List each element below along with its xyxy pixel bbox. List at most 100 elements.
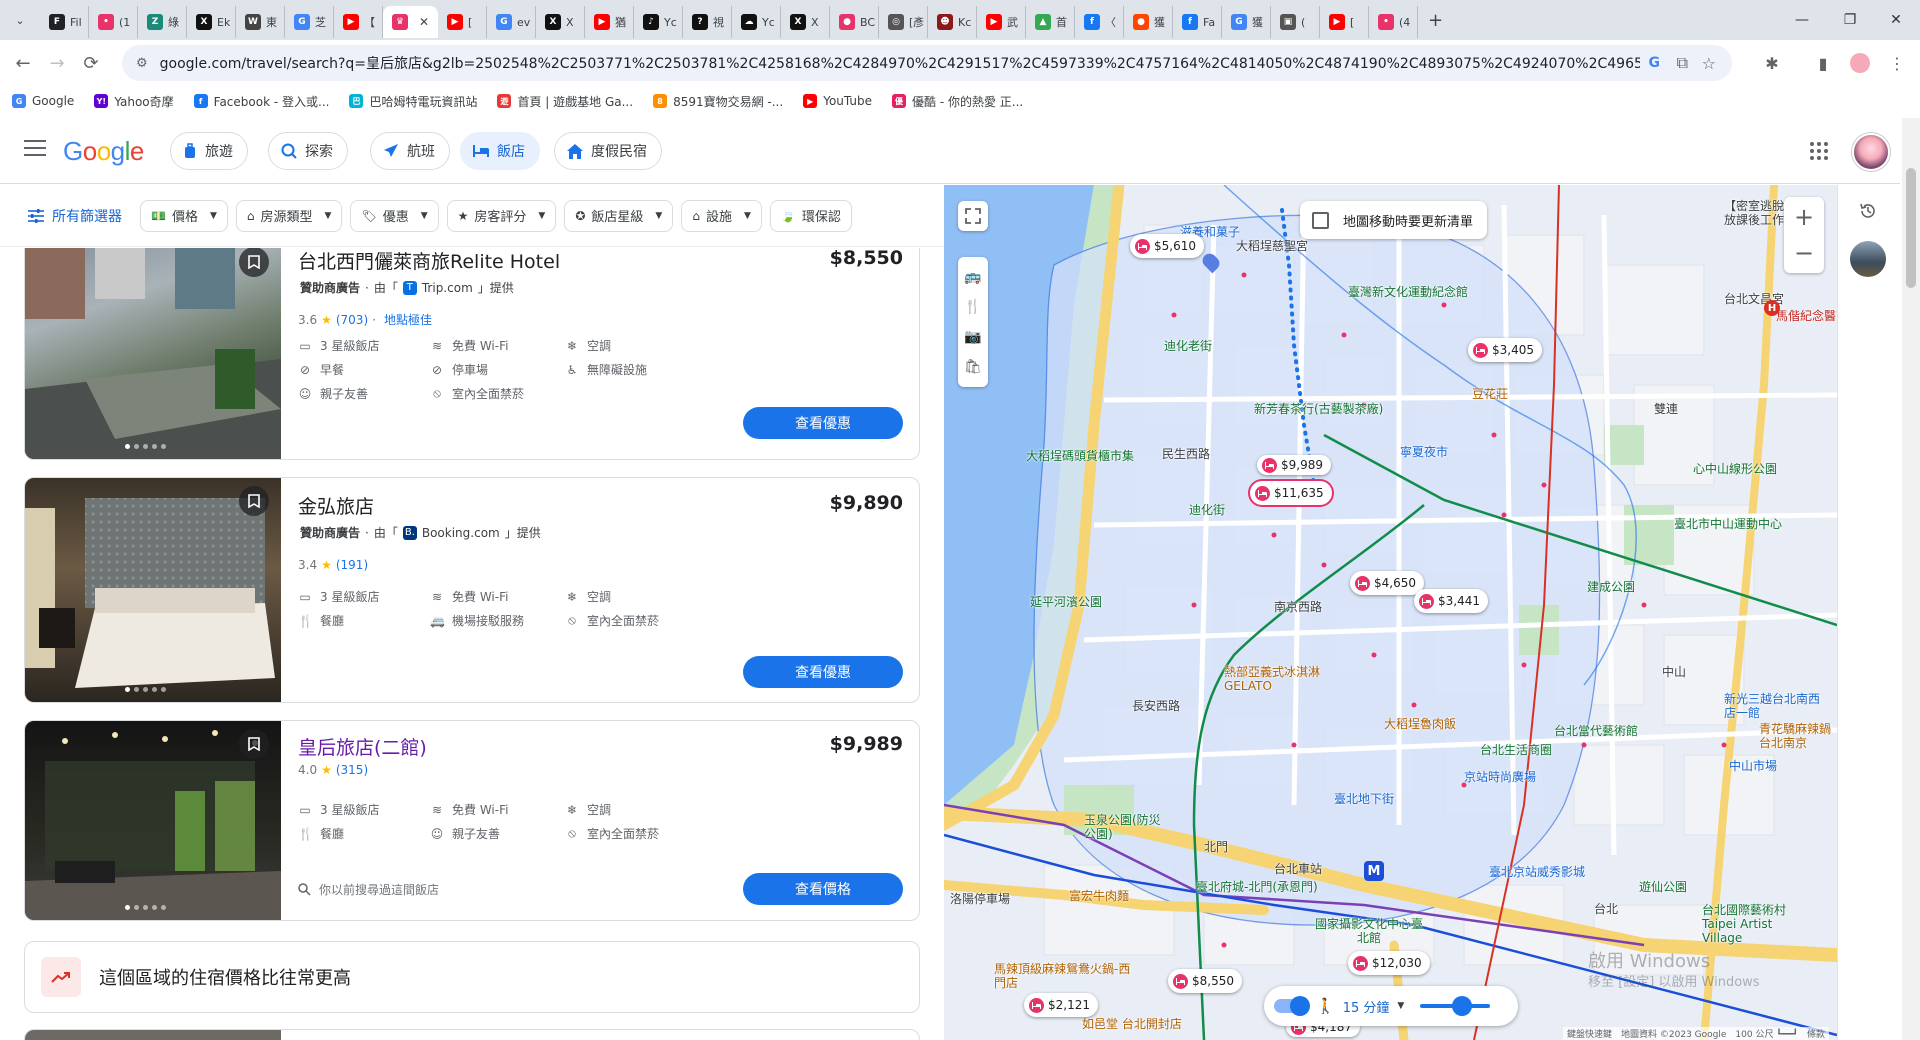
google-logo[interactable]: Google: [63, 136, 144, 167]
browser-tab[interactable]: f 〈: [1075, 6, 1124, 38]
browser-tab[interactable]: ☁ Yc: [732, 6, 781, 38]
map-poi-label[interactable]: 台北車站: [1274, 860, 1322, 877]
hotel-price-pin[interactable]: $3,441: [1414, 589, 1488, 613]
browser-tab[interactable]: ▶[: [1320, 6, 1369, 38]
review-count[interactable]: (315): [336, 763, 368, 777]
browser-tab[interactable]: ? 視: [683, 6, 732, 38]
browser-tab[interactable]: • (1: [89, 6, 138, 38]
filter-chip[interactable]: ⌂ 設施 ▼: [681, 199, 762, 232]
address-bar[interactable]: ⚙ google.com/travel/search?q=皇后旅店&g2lb=2…: [122, 45, 1732, 81]
shopping-icon[interactable]: 🛍: [964, 359, 982, 375]
map-poi-label[interactable]: 國家攝影文化中心臺北館: [1314, 917, 1424, 945]
map-station-label[interactable]: 中山: [1662, 663, 1686, 680]
map-station-label[interactable]: 雙連: [1654, 400, 1678, 417]
chrome-menu-icon[interactable]: ⋮: [1882, 48, 1912, 78]
filter-chip[interactable]: 🍃 環保認: [769, 199, 852, 232]
browser-tab[interactable]: ▶ 【: [334, 6, 383, 38]
metro-station-icon[interactable]: M: [1364, 861, 1384, 881]
browser-tab[interactable]: G芝: [285, 6, 334, 38]
filter-chip[interactable]: 🏷 優惠 ▼: [350, 199, 439, 232]
hotel-photo[interactable]: [25, 478, 281, 702]
walk-time-control[interactable]: 🚶 15 分鐘 ▼: [1264, 986, 1518, 1026]
map-poi-label[interactable]: 豆花莊: [1472, 385, 1508, 402]
view-deal-button[interactable]: 查看優惠: [743, 407, 903, 439]
side-panel-icon[interactable]: ▮: [1808, 48, 1838, 78]
browser-tab[interactable]: XX: [781, 6, 830, 38]
filter-chip[interactable]: ✪ 飯店星級 ▼: [564, 199, 674, 232]
forward-button[interactable]: →: [40, 46, 74, 80]
browser-tab[interactable]: • (4: [1369, 6, 1418, 38]
close-window-button[interactable]: ✕: [1876, 6, 1916, 34]
map-poi-label[interactable]: 迪化街: [1189, 501, 1225, 518]
zoom-out-button[interactable]: −: [1794, 239, 1814, 267]
new-tab-button[interactable]: +: [1428, 10, 1443, 31]
map-poi-label[interactable]: 臺北京站威秀影城: [1489, 863, 1585, 880]
bookmark-item[interactable]: G Google: [12, 94, 74, 108]
browser-tab[interactable]: ▣(: [1271, 6, 1320, 38]
review-count[interactable]: (191): [336, 558, 368, 572]
browser-tab[interactable]: XX: [536, 6, 585, 38]
bookmark-item[interactable]: 優優酷 - 你的熱愛 正...: [892, 93, 1023, 110]
hotel-photo[interactable]: [25, 248, 281, 459]
map-poi-label[interactable]: 新芳春茶行(古藝製茶廠): [1254, 400, 1383, 417]
hotel-price-pin-selected[interactable]: $11,635: [1250, 481, 1332, 505]
photo-carousel-dots[interactable]: [125, 905, 166, 910]
walk-time-label[interactable]: 15 分鐘: [1343, 997, 1390, 1016]
google-lens-icon[interactable]: G: [1649, 55, 1661, 71]
site-info-icon[interactable]: ⚙: [136, 56, 148, 71]
map-poi-label[interactable]: 富宏牛肉麵: [1069, 887, 1129, 904]
hotel-price-pin[interactable]: $4,650: [1350, 571, 1424, 595]
map-poi-label[interactable]: 臺北地下街: [1334, 790, 1394, 807]
url-text[interactable]: google.com/travel/search?q=皇后旅店&g2lb=250…: [160, 53, 1640, 73]
update-on-move-toggle[interactable]: 地圖移動時要更新清單: [1300, 201, 1488, 239]
browser-tab[interactable]: Gev: [487, 6, 536, 38]
view-prices-button[interactable]: 查看價格: [743, 873, 903, 905]
maximize-button[interactable]: ❐: [1830, 6, 1870, 34]
photo-carousel-dots[interactable]: [125, 444, 166, 449]
browser-tab[interactable]: ▲ 首: [1026, 6, 1075, 38]
map-poi-label[interactable]: 玉泉公園(防災公園): [1084, 813, 1164, 841]
hotel-price-pin[interactable]: $5,610: [1130, 234, 1204, 258]
walk-time-slider[interactable]: [1420, 996, 1491, 1016]
recent-search-thumbnail[interactable]: [1850, 241, 1886, 277]
nav-tab-hotel[interactable]: 飯店: [460, 132, 540, 170]
map-poi-label[interactable]: 北門: [1204, 838, 1228, 855]
bookmark-item[interactable]: 遊首頁 | 遊戲基地 Ga...: [497, 93, 633, 110]
nav-tab-home[interactable]: 度假民宿: [554, 132, 662, 170]
bookmark-star-icon[interactable]: ☆: [1702, 54, 1716, 73]
hotel-card[interactable]: 皇后旅店(二館) $9,989 4.0 ★ (315) 你以前搜尋過這間飯店 查看…: [24, 720, 920, 921]
nav-tab-luggage[interactable]: 旅遊: [170, 132, 248, 170]
map-poi-label[interactable]: 寧夏夜市: [1400, 443, 1448, 460]
map-attribution[interactable]: 鍵盤快速鍵 地圖資料 ©2023 Google 100 公尺 ┗━━┛ 條款: [1563, 1027, 1829, 1040]
google-apps-icon[interactable]: [1810, 142, 1828, 160]
hotel-price-pin[interactable]: $9,989: [1257, 455, 1331, 475]
browser-tab[interactable]: G獲: [1222, 6, 1271, 38]
review-count[interactable]: (703): [336, 313, 368, 327]
map-station-label[interactable]: 台北: [1594, 900, 1618, 917]
page-scrollbar[interactable]: [1902, 118, 1920, 1040]
restaurant-icon[interactable]: 🍴: [964, 299, 981, 315]
bookmark-item[interactable]: Y! Yahoo奇摩: [94, 93, 174, 110]
browser-tab[interactable]: ☻ Kc: [928, 6, 977, 38]
profile-avatar[interactable]: [1845, 48, 1875, 78]
map-poi-label[interactable]: 大稻埕碼頭貨櫃市集: [1026, 447, 1134, 464]
map-poi-label[interactable]: 京站時尚廣場: [1464, 768, 1536, 785]
map-poi-label[interactable]: 洛陽停車場: [950, 890, 1010, 907]
map-poi-label[interactable]: 新光三越台北南西店一館: [1724, 692, 1824, 720]
map-poi-label[interactable]: 遊仙公園: [1639, 878, 1687, 895]
hotel-name[interactable]: 台北西門儷萊商旅Relite Hotel: [298, 248, 560, 274]
hotel-card[interactable]: [24, 1029, 920, 1040]
filter-chip[interactable]: 💵 價格 ▼: [140, 199, 228, 232]
save-bookmark-button[interactable]: [239, 729, 269, 759]
map-poi-label[interactable]: 臺北市中山運動中心: [1674, 515, 1782, 532]
hotel-price-pin[interactable]: $3,405: [1468, 338, 1542, 362]
map-poi-label[interactable]: 熱部亞義式冰淇淋GELATO: [1224, 665, 1334, 693]
browser-tab[interactable]: X Ek: [187, 6, 236, 38]
browser-tab[interactable]: f Fa: [1173, 6, 1222, 38]
all-filters-button[interactable]: 所有篩選器: [28, 206, 122, 226]
map-poi-label[interactable]: 迪化老街: [1164, 337, 1212, 354]
map-poi-label[interactable]: 中山市場: [1729, 757, 1777, 774]
bookmark-item[interactable]: f Facebook - 登入或...: [193, 93, 329, 110]
location-tag[interactable]: 地點極佳: [384, 311, 432, 328]
reload-button[interactable]: ⟳: [74, 46, 108, 80]
